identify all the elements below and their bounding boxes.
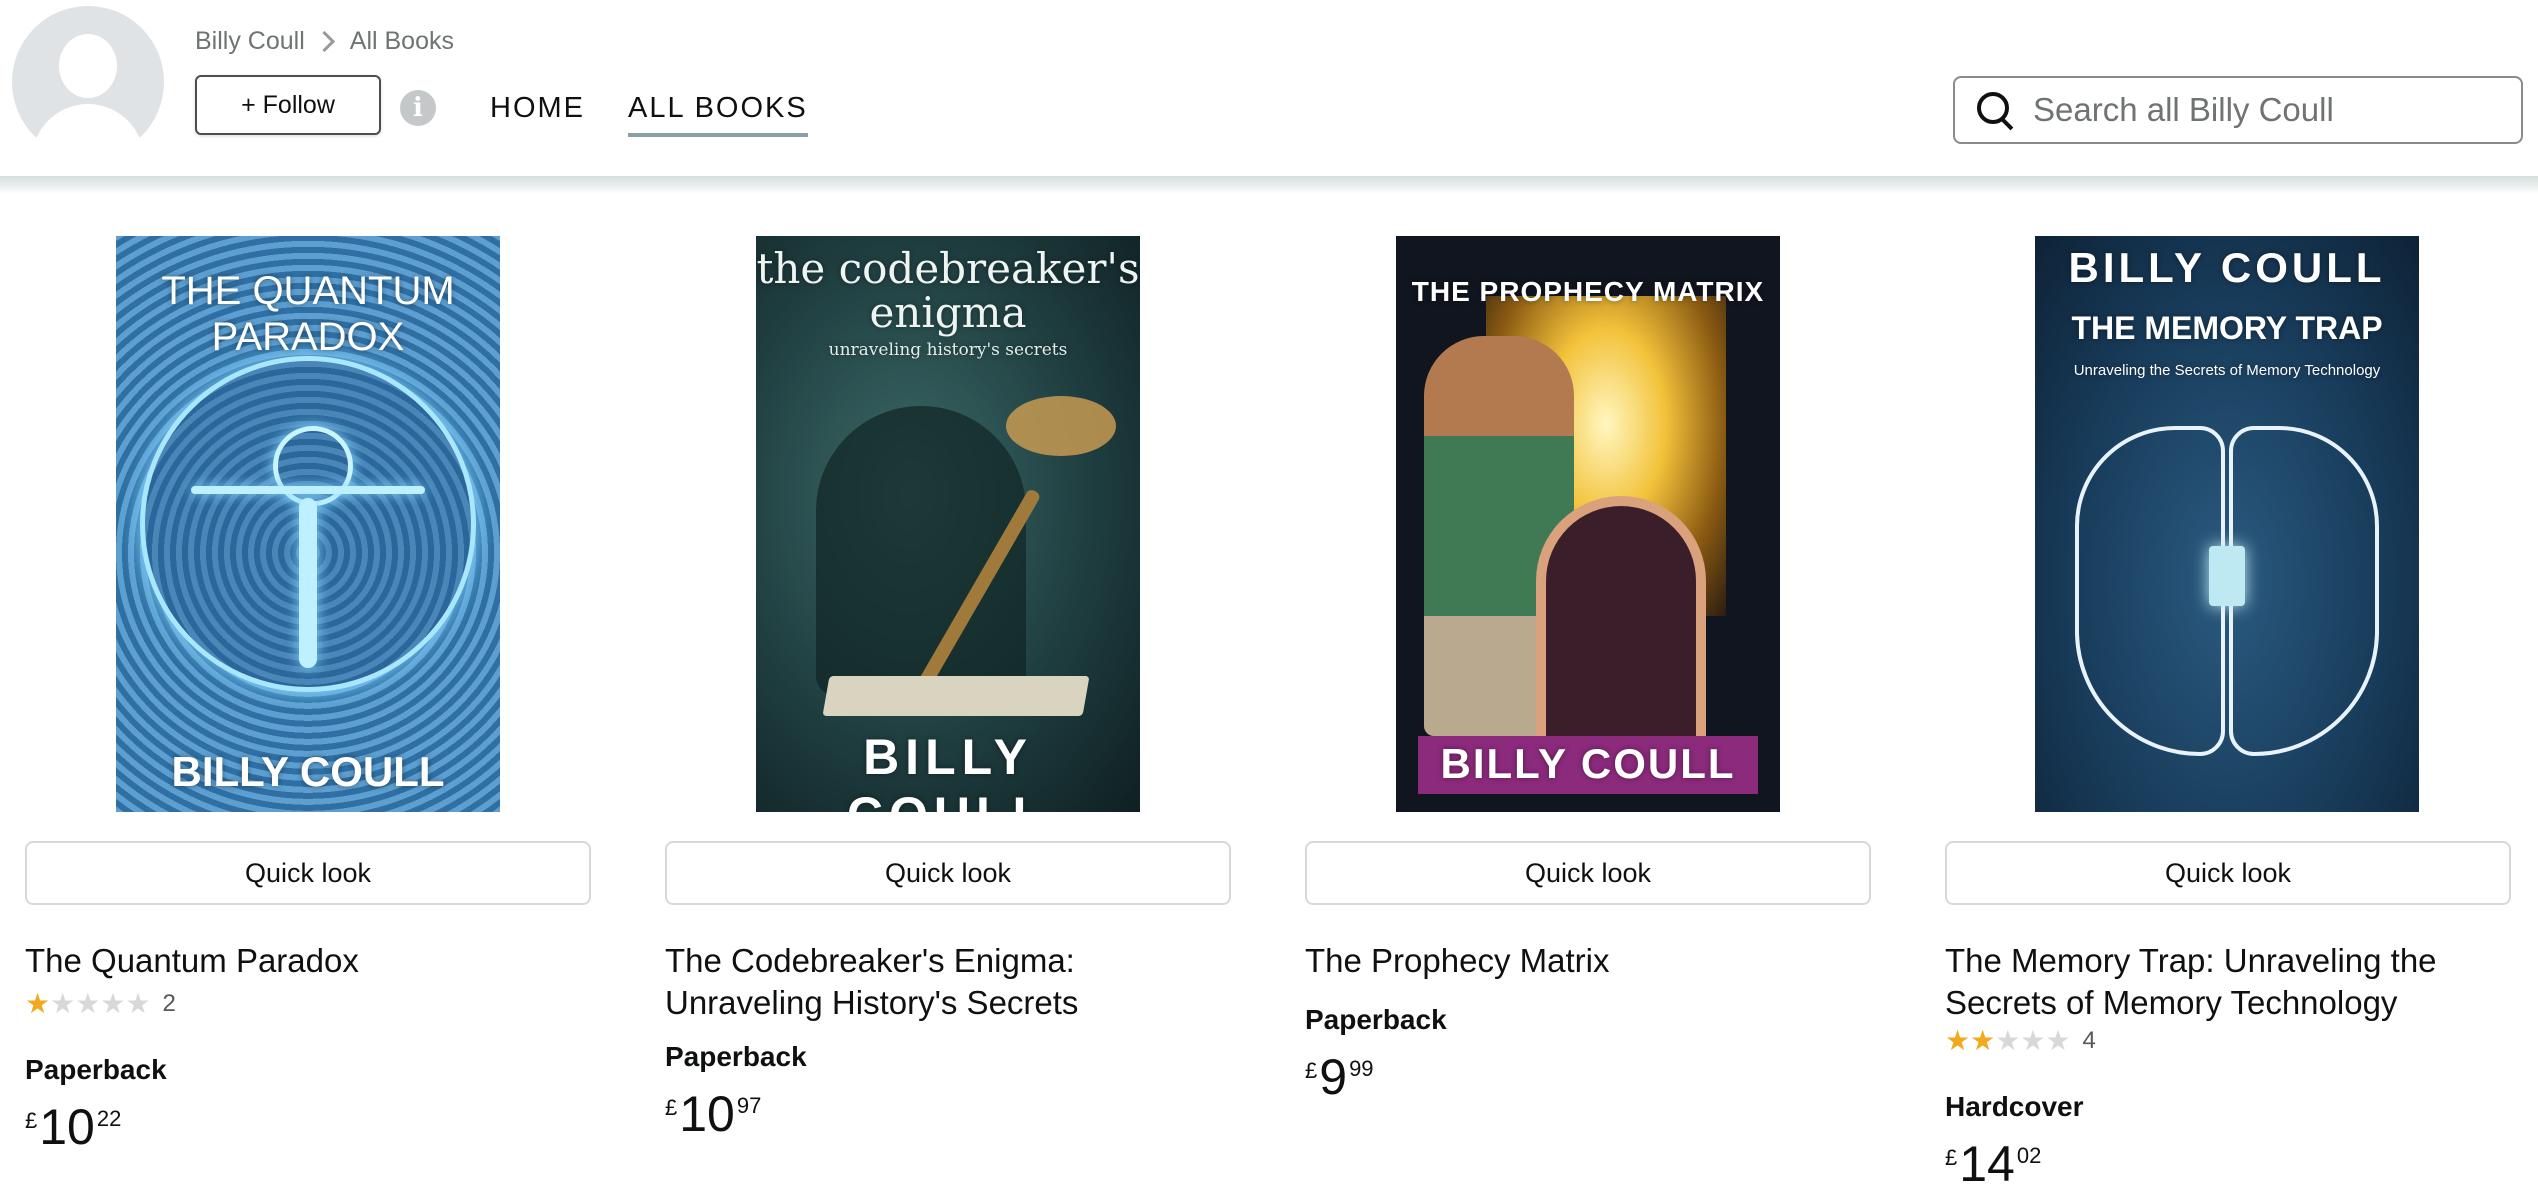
star-icon: ★ (75, 988, 101, 1019)
book-cover[interactable]: BILLY COULL THE MEMORY TRAP Unraveling t… (2035, 236, 2419, 812)
price-symbol: £ (1945, 1145, 1958, 1170)
book-title-link[interactable]: The Prophecy Matrix (1305, 940, 1871, 982)
quick-look-button[interactable]: Quick look (665, 841, 1231, 905)
price-fraction: 97 (736, 1093, 762, 1118)
rating[interactable]: ★ ★ ★ ★ ★ 4 (1945, 1027, 2096, 1055)
price-fraction: 22 (96, 1106, 122, 1131)
price: £ 10 22 (25, 1102, 121, 1152)
cover-wing-art (1006, 396, 1116, 456)
breadcrumb: Billy Coull All Books (195, 27, 454, 56)
tab-home[interactable]: HOME (490, 92, 585, 125)
star-icon: ★ (1995, 1025, 2021, 1056)
price: £ 14 02 (1945, 1139, 2041, 1189)
book-cover[interactable]: THE PROPHECY MATRIX BILLY COULL (1396, 236, 1780, 812)
price-whole: 10 (679, 1086, 735, 1142)
cover-title-line: THE PROPHECY MATRIX (1411, 276, 1765, 307)
cover-title-line: THE MEMORY TRAP (2071, 310, 2383, 346)
search-icon[interactable] (1975, 90, 2015, 131)
cover-author: BILLY COULL (2068, 244, 2386, 291)
price-whole: 9 (1319, 1049, 1348, 1105)
star-rating: ★ ★ ★ ★ ★ (25, 990, 151, 1018)
book-title-link[interactable]: The Memory Trap: Unraveling the Secrets … (1945, 940, 2511, 1024)
rating-count[interactable]: 4 (2083, 1027, 2096, 1055)
cover-chip-art (2209, 546, 2245, 606)
cover-arms-art (191, 486, 425, 494)
cover-subtitle: Unraveling the Secrets of Memory Technol… (2073, 362, 2381, 379)
cover-brain-right-art (2229, 426, 2379, 756)
cover-monk-art (1546, 506, 1696, 736)
price: £ 9 99 (1305, 1052, 1374, 1102)
cover-title-line: enigma (869, 288, 1027, 337)
star-icon: ★ (2020, 1025, 2046, 1056)
search-input[interactable] (2033, 91, 2493, 129)
price: £ 10 97 (665, 1089, 761, 1139)
price-whole: 10 (39, 1099, 95, 1155)
book-title-link[interactable]: The Quantum Paradox (25, 940, 591, 982)
avatar-body-shape (32, 104, 144, 158)
cover-author: BILLY COULL (171, 748, 445, 795)
cover-title-line: THE QUANTUM (161, 269, 455, 313)
cover-title-line: the codebreaker's (756, 244, 1140, 293)
format-label[interactable]: Paperback (1305, 1004, 1447, 1036)
price-whole: 14 (1959, 1136, 2015, 1192)
format-label[interactable]: Paperback (665, 1041, 807, 1073)
format-label[interactable]: Paperback (25, 1054, 167, 1086)
cover-author: BILLY COULL (1440, 740, 1736, 787)
cover-title-line: PARADOX (211, 315, 405, 359)
star-icon: ★ (50, 988, 76, 1019)
star-icon: ★ (100, 988, 126, 1019)
avatar-head-shape (59, 34, 117, 98)
cover-halo-art (273, 426, 353, 506)
star-rating: ★ ★ ★ ★ ★ (1945, 1027, 2071, 1055)
quick-look-button[interactable]: Quick look (1305, 841, 1871, 905)
breadcrumb-author-link[interactable]: Billy Coull (195, 27, 305, 56)
star-icon: ★ (1970, 1025, 1996, 1056)
follow-button[interactable]: + Follow (195, 75, 381, 135)
cover-brain-left-art (2075, 426, 2225, 756)
search-box[interactable] (1953, 76, 2523, 144)
book-cover[interactable]: THE QUANTUM PARADOX BILLY COULL (116, 236, 500, 812)
star-icon: ★ (125, 988, 151, 1019)
author-avatar[interactable] (12, 6, 164, 158)
cover-subtitle: unraveling history's secrets (828, 340, 1068, 360)
cover-author: BILLY COULL (847, 729, 1043, 812)
cover-figure-art (299, 498, 317, 668)
book-cover[interactable]: the codebreaker's enigma unraveling hist… (756, 236, 1140, 812)
store-header: Billy Coull All Books + Follow i HOME AL… (0, 0, 2538, 176)
price-symbol: £ (665, 1095, 678, 1120)
quick-look-button[interactable]: Quick look (1945, 841, 2511, 905)
price-fraction: 02 (2016, 1143, 2042, 1168)
price-symbol: £ (1305, 1058, 1318, 1083)
format-label[interactable]: Hardcover (1945, 1091, 2084, 1123)
star-icon: ★ (2045, 1025, 2071, 1056)
rating-count[interactable]: 2 (163, 990, 176, 1018)
price-symbol: £ (25, 1108, 38, 1133)
book-title-link[interactable]: The Codebreaker's Enigma: Unraveling His… (665, 940, 1231, 1024)
info-icon[interactable]: i (400, 90, 436, 126)
breadcrumb-all-books[interactable]: All Books (350, 27, 454, 56)
quick-look-button[interactable]: Quick look (25, 841, 591, 905)
star-icon: ★ (1945, 1025, 1971, 1056)
star-icon: ★ (25, 988, 51, 1019)
header-divider (0, 176, 2538, 194)
tab-all-books[interactable]: ALL BOOKS (628, 92, 808, 137)
rating[interactable]: ★ ★ ★ ★ ★ 2 (25, 990, 176, 1018)
chevron-right-icon (313, 30, 335, 53)
cover-book-art (822, 676, 1090, 716)
price-fraction: 99 (1349, 1056, 1374, 1081)
